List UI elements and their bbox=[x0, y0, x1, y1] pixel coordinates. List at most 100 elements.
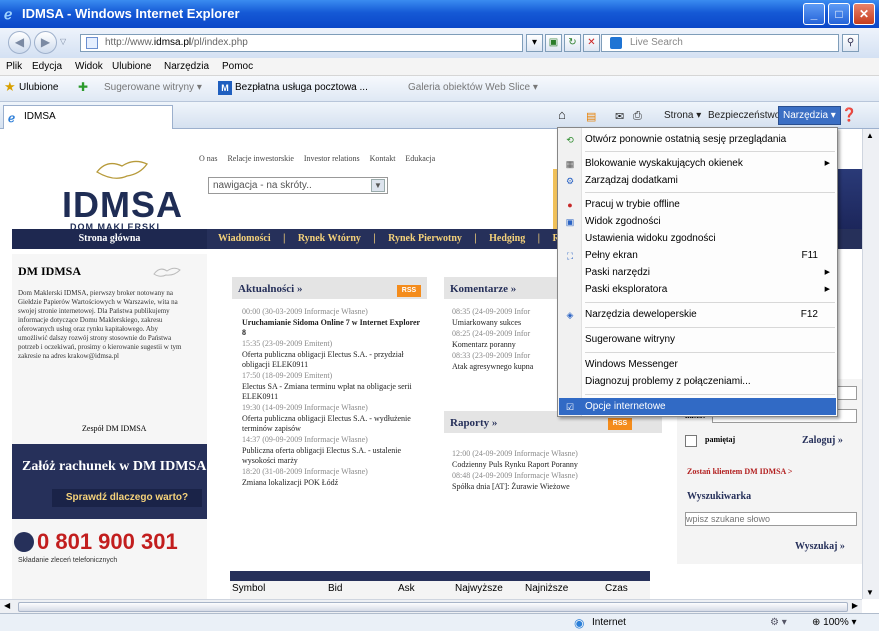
news-item[interactable]: 15:35 (23-09-2009 Emitent) Oferta publicz… bbox=[242, 339, 422, 370]
become-client-link[interactable]: Zostań klientem DM IDMSA > bbox=[687, 467, 792, 476]
report-item[interactable]: 12:00 (24-09-2009 Informacje Własne) Codz… bbox=[452, 449, 657, 470]
protected-mode-icon[interactable]: ⚙ ▾ bbox=[770, 617, 787, 628]
news-item[interactable]: 00:00 (30-03-2009 Informacje Własne) Uruc… bbox=[242, 307, 422, 338]
nav-home[interactable]: Strona główna bbox=[12, 229, 207, 249]
menu-item-reopen-session[interactable]: ⟲ Otwórz ponownie ostatnią sesję przegląd… bbox=[559, 131, 836, 148]
login-button[interactable]: Zaloguj » bbox=[802, 435, 843, 446]
scroll-right-icon[interactable]: ▶ bbox=[852, 601, 858, 610]
address-input[interactable]: http://www.idmsa.pl/pl/index.php bbox=[80, 34, 523, 52]
search-input[interactable]: Live Search bbox=[601, 34, 839, 52]
idmsa-logo[interactable]: IDMSA DOM MAKLERSKI bbox=[62, 154, 190, 234]
menu-item-fullscreen[interactable]: ⛶ Pełny ekran F11 bbox=[559, 247, 836, 264]
link-investor-relations-en[interactable]: Investor relations bbox=[304, 154, 360, 163]
reports-rss-badge[interactable]: RSS bbox=[608, 418, 632, 430]
reports-title[interactable]: Raporty » bbox=[450, 417, 497, 429]
compatibility-icon[interactable]: ▣ bbox=[545, 34, 562, 52]
menu-favorites[interactable]: Ulubione bbox=[112, 61, 151, 72]
menu-item-toolbars[interactable]: Paski narzędzi ▶ bbox=[559, 264, 836, 281]
stop-icon[interactable]: ✕ bbox=[583, 34, 600, 52]
nav-news[interactable]: Wiadomości bbox=[218, 233, 271, 244]
title-bar[interactable]: ℯ IDMSA - Windows Internet Explorer _ □ … bbox=[0, 0, 879, 28]
menu-item-manage-addons[interactable]: ⚙ Zarządzaj dodatkami bbox=[559, 172, 836, 189]
zoom-control[interactable]: ⊕ 100% ▾ bbox=[812, 617, 857, 628]
vertical-scrollbar[interactable]: ▲ ▼ bbox=[862, 129, 879, 599]
menu-item-internet-options[interactable]: ☑ Opcje internetowe bbox=[559, 398, 836, 415]
news-item[interactable]: 14:37 (09-09-2009 Informacje Własne) Publ… bbox=[242, 435, 422, 466]
address-dropdown-button[interactable]: ▾ bbox=[526, 34, 543, 52]
minimize-button[interactable]: _ bbox=[803, 3, 825, 25]
menu-help[interactable]: Pomoc bbox=[222, 61, 253, 72]
menu-item-dev-tools[interactable]: ◈ Narzędzia deweloperskie F12 bbox=[559, 306, 836, 323]
news-title[interactable]: Aktualności » bbox=[238, 283, 303, 295]
comment-headline[interactable]: Atak agresywnego kupna bbox=[452, 362, 556, 372]
link-contact[interactable]: Kontakt bbox=[370, 154, 396, 163]
home-icon[interactable]: ⌂ bbox=[558, 107, 566, 122]
link-about[interactable]: O nas bbox=[199, 154, 217, 163]
comment-item[interactable]: 08:35 (24-09-2009 Infor Umiarkowany sukce… bbox=[452, 307, 556, 328]
remember-checkbox[interactable] bbox=[685, 435, 697, 447]
nav-hedging[interactable]: Hedging bbox=[489, 233, 525, 244]
menu-item-compat-settings[interactable]: Ustawienia widoku zgodności bbox=[559, 230, 836, 247]
menu-file[interactable]: Plik bbox=[6, 61, 22, 72]
tools-menu-button[interactable]: Narzędzia ▾ bbox=[778, 106, 841, 125]
feeds-icon[interactable]: ▤ bbox=[586, 110, 596, 123]
menu-item-suggested-sites[interactable]: Sugerowane witryny bbox=[559, 331, 836, 348]
refresh-icon[interactable]: ↻ bbox=[564, 34, 581, 52]
forward-button[interactable]: ▶ bbox=[34, 31, 57, 54]
mail-read-icon[interactable]: ✉ bbox=[615, 110, 624, 123]
open-account-promo[interactable]: Załóż rachunek w DM IDMSA Sprawdź dlacze… bbox=[12, 444, 207, 519]
comment-item[interactable]: 08:33 (23-09-2009 Infor Atak agresywnego … bbox=[452, 351, 556, 372]
news-item[interactable]: 18:20 (31-08-2009 Informacje Własne) Zmia… bbox=[242, 467, 422, 488]
news-headline[interactable]: Zmiana lokalizacji POK Łódź bbox=[242, 478, 422, 488]
menu-tools[interactable]: Narzędzia bbox=[164, 61, 209, 72]
nav-secondary-market[interactable]: Rynek Wtórny bbox=[298, 233, 361, 244]
help-icon[interactable]: ❓ bbox=[841, 107, 857, 123]
promo-button[interactable]: Sprawdź dlaczego warto? bbox=[52, 489, 202, 507]
menu-item-work-offline[interactable]: ● Pracuj w trybie offline bbox=[559, 196, 836, 213]
tab-idmsa[interactable]: ℯ IDMSA bbox=[3, 105, 173, 129]
add-favorite-icon[interactable]: ✚ bbox=[78, 80, 88, 94]
hscroll-thumb[interactable] bbox=[18, 602, 848, 612]
news-headline[interactable]: Uruchamianie Sidoma Online 7 w Internet … bbox=[242, 318, 422, 338]
safety-menu-button[interactable]: Bezpieczeństwo ▾ bbox=[708, 110, 788, 121]
fav-web-slice-gallery[interactable]: Galeria obiektów Web Slice ▾ bbox=[408, 82, 538, 93]
fav-free-mail[interactable]: Bezpłatna usługa pocztowa ... bbox=[235, 82, 368, 93]
news-headline[interactable]: Oferta publiczna obligacji Electus S.A. … bbox=[242, 414, 422, 434]
scroll-down-icon[interactable]: ▼ bbox=[866, 588, 874, 597]
scroll-up-icon[interactable]: ▲ bbox=[866, 131, 874, 140]
comment-headline[interactable]: Umiarkowany sukces bbox=[452, 318, 556, 328]
menu-item-compat-view[interactable]: ▣ Widok zgodności bbox=[559, 213, 836, 230]
comment-item[interactable]: 08:25 (24-09-2009 Infor Komentarz poranny bbox=[452, 329, 556, 350]
menu-item-explorer-bars[interactable]: Paski eksploratora ▶ bbox=[559, 281, 836, 298]
menu-item-diagnose-connection[interactable]: Diagnozuj problemy z połączeniami... bbox=[559, 373, 836, 390]
site-search-input[interactable] bbox=[685, 512, 857, 526]
favorites-button[interactable]: Ulubione bbox=[19, 82, 58, 93]
report-headline[interactable]: Spółka dnia [AT]: Żurawie Wieżowe bbox=[452, 482, 657, 492]
news-headline[interactable]: Electus SA - Zmiana terminu wpłat na obl… bbox=[242, 382, 422, 402]
nav-shortcut-select[interactable]: nawigacja - na skróty.. ▼ bbox=[208, 177, 388, 194]
link-investor-relations-pl[interactable]: Relacje inwestorskie bbox=[227, 154, 293, 163]
nav-primary-market[interactable]: Rynek Pierwotny bbox=[388, 233, 462, 244]
menu-item-windows-messenger[interactable]: Windows Messenger bbox=[559, 356, 836, 373]
print-icon[interactable]: ⎙ bbox=[633, 110, 642, 123]
news-headline[interactable]: Publiczna oferta obligacji Electus S.A. … bbox=[242, 446, 422, 466]
news-rss-badge[interactable]: RSS bbox=[397, 285, 421, 297]
horizontal-scrollbar[interactable]: ◀ ▶ bbox=[0, 599, 862, 613]
menu-edit[interactable]: Edycja bbox=[32, 61, 62, 72]
comment-headline[interactable]: Komentarz poranny bbox=[452, 340, 556, 350]
site-search-button[interactable]: Wyszukaj » bbox=[795, 541, 845, 552]
comments-title[interactable]: Komentarze » bbox=[450, 283, 516, 295]
menu-item-popup-blocker[interactable]: ▦ Blokowanie wyskakujących okienek ▶ bbox=[559, 155, 836, 172]
scroll-left-icon[interactable]: ◀ bbox=[4, 601, 10, 610]
maximize-button[interactable]: □ bbox=[828, 3, 850, 25]
page-menu-button[interactable]: Strona ▾ bbox=[664, 110, 701, 121]
news-item[interactable]: 19:30 (14-09-2009 Informacje Własne) Ofer… bbox=[242, 403, 422, 434]
history-dropdown-icon[interactable]: ▽ bbox=[60, 37, 66, 46]
news-headline[interactable]: Oferta publiczna obligacji Electus S.A. … bbox=[242, 350, 422, 370]
search-icon[interactable]: ⚲ bbox=[842, 34, 859, 52]
close-button[interactable]: ✕ bbox=[853, 3, 875, 25]
back-button[interactable]: ◀ bbox=[8, 31, 31, 54]
report-headline[interactable]: Codzienny Puls Rynku Raport Poranny bbox=[452, 460, 657, 470]
link-education[interactable]: Edukacja bbox=[405, 154, 435, 163]
report-item[interactable]: 08:48 (24-09-2009 Informacje Własne) Spół… bbox=[452, 471, 657, 492]
